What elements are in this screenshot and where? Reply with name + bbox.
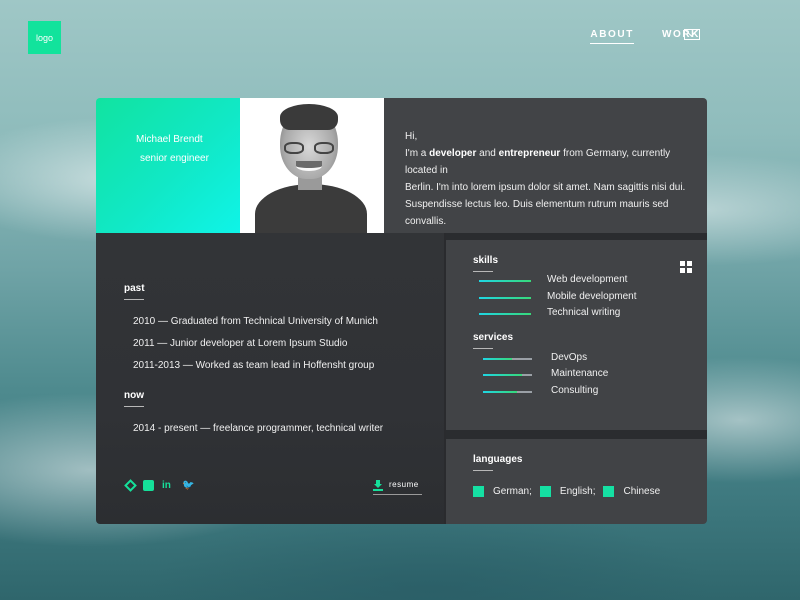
bio-line-3: Suspendisse lectus leo. Duis elementum r… <box>405 199 669 227</box>
name-panel: Michael Brendt senior engineer <box>96 98 240 233</box>
profile-name: Michael Brendt <box>136 134 203 145</box>
skill-item: Mobile development <box>446 291 707 305</box>
divider <box>446 430 707 439</box>
language-item: German; <box>473 486 532 497</box>
language-item: Chinese <box>603 486 660 497</box>
services-label: services <box>473 332 514 349</box>
logo[interactable]: logo <box>28 21 61 54</box>
skill-item: Web development <box>446 274 707 288</box>
social-links: in 🐦 <box>124 479 194 492</box>
profile-photo <box>240 98 384 233</box>
skill-item: Technical writing <box>446 307 707 321</box>
github-icon[interactable] <box>143 480 154 491</box>
skills-panel: skills Web development Mobile developmen… <box>446 240 707 430</box>
profile-card: Michael Brendt senior engineer Hi, I'm a… <box>96 98 707 524</box>
skills-label: skills <box>473 255 499 272</box>
nav-about[interactable]: ABOUT <box>590 29 634 44</box>
now-label: now <box>124 390 144 407</box>
resume-download-button[interactable]: resume <box>373 480 422 495</box>
timeline-item: 2011-2013 — Worked as team lead in Hoffe… <box>133 360 375 371</box>
resume-label: resume <box>389 480 419 489</box>
languages-label: languages <box>473 454 523 471</box>
past-label: past <box>124 283 145 300</box>
divider <box>446 233 707 240</box>
envelope-icon[interactable] <box>684 29 700 40</box>
bio-greeting: Hi, <box>405 131 418 142</box>
bio-line-2: Berlin. I'm into lorem ipsum dolor sit a… <box>405 182 686 193</box>
service-item: Maintenance <box>446 368 707 382</box>
languages-panel: languages German; English; Chinese <box>446 439 707 524</box>
codepen-icon[interactable] <box>124 479 137 492</box>
bio-panel: Hi, I'm a developer and entrepreneur fro… <box>384 98 707 233</box>
profile-title: senior engineer <box>140 153 209 164</box>
timeline-panel: past 2010 — Graduated from Technical Uni… <box>96 233 444 524</box>
language-list: German; English; Chinese <box>473 486 660 497</box>
timeline-item: 2014 - present — freelance programmer, t… <box>133 423 384 434</box>
language-item: English; <box>539 486 595 497</box>
service-item: DevOps <box>446 352 707 366</box>
grid-icon[interactable] <box>680 261 692 273</box>
timeline-item: 2011 — Junior developer at Lorem Ipsum S… <box>133 338 348 349</box>
timeline-item: 2010 — Graduated from Technical Universi… <box>133 316 378 327</box>
service-item: Consulting <box>446 385 707 399</box>
bio-line-1: I'm a developer and entrepreneur from Ge… <box>405 148 671 176</box>
twitter-icon[interactable]: 🐦 <box>182 480 194 491</box>
download-icon <box>373 480 383 491</box>
linkedin-icon[interactable]: in <box>162 480 174 491</box>
